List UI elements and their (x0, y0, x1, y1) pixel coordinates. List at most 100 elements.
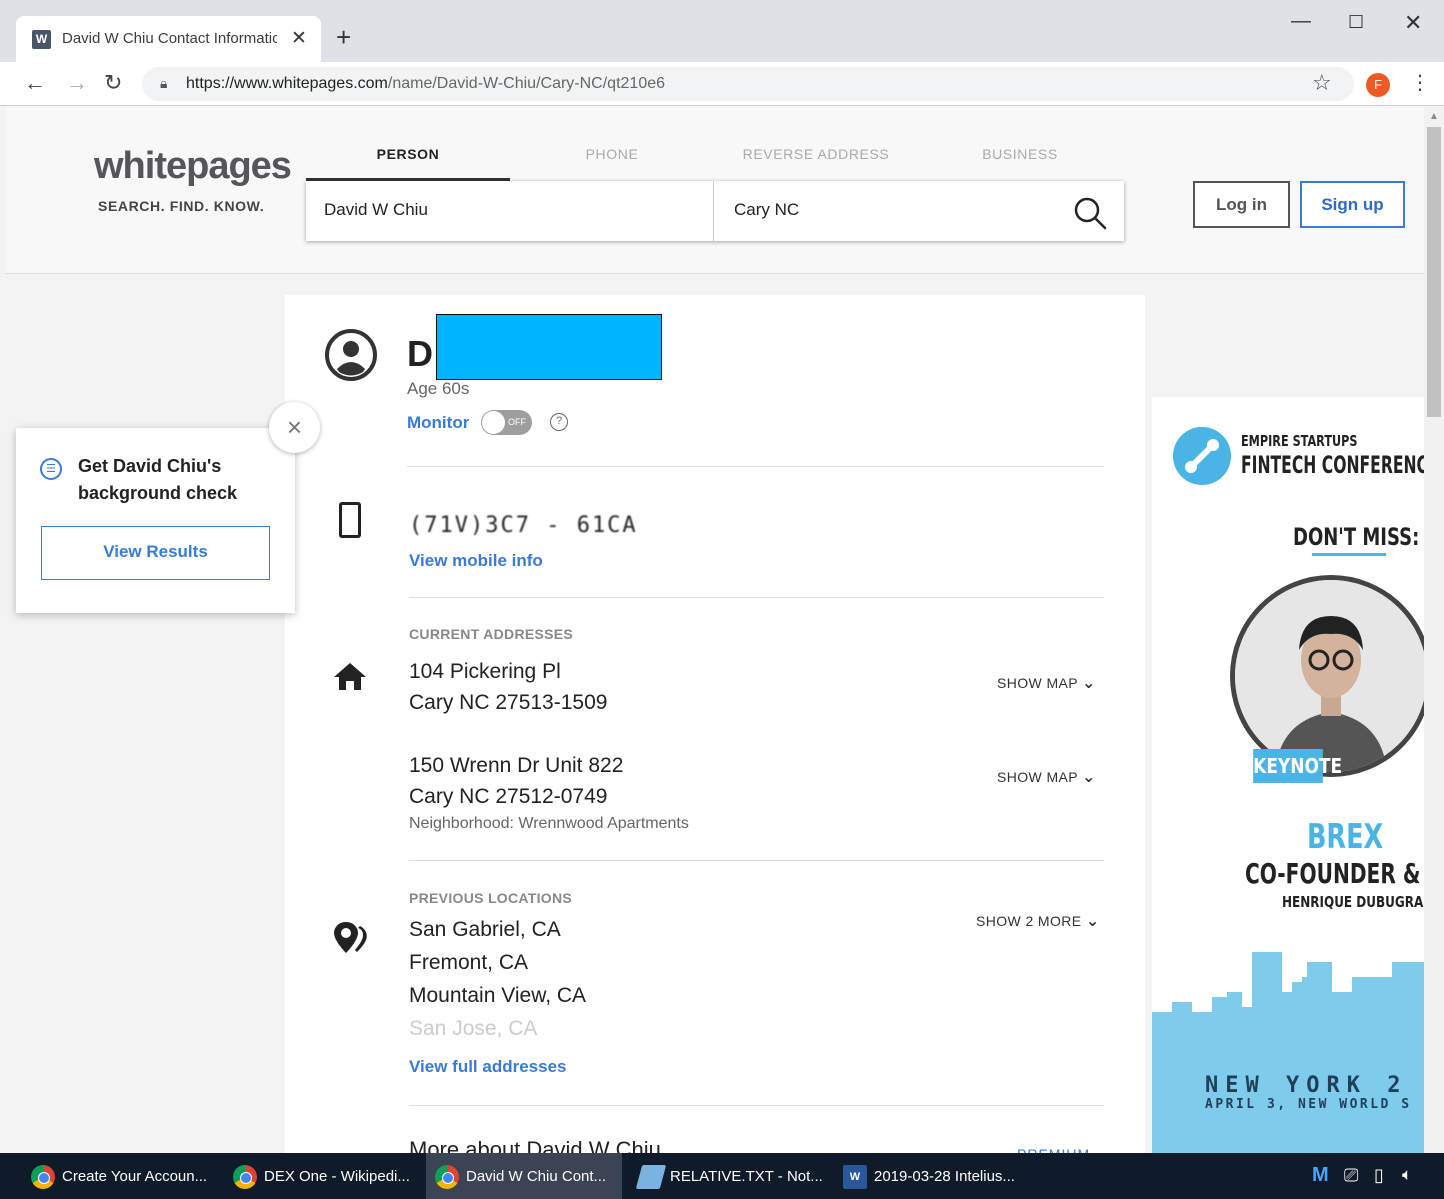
show-map-button[interactable]: SHOW MAP ⌄ (997, 767, 1096, 787)
taskbar-item-active[interactable]: David W Chiu Cont... (426, 1153, 622, 1199)
minimize-icon[interactable]: — (1291, 10, 1311, 33)
premium-badge: PREMIUM (1017, 1146, 1090, 1153)
current-addresses-label: CURRENT ADDRESSES (409, 626, 574, 642)
view-results-button[interactable]: View Results (41, 526, 270, 580)
network-icon[interactable]: ⎚ (1344, 1165, 1358, 1186)
site-header: whitepages SEARCH. FIND. KNOW. PERSON PH… (6, 107, 1424, 274)
show-more-button[interactable]: SHOW 2 MORE ⌄ (976, 911, 1100, 931)
help-icon[interactable]: ? (550, 413, 568, 431)
background-check-popup: ☰ Get David Chiu's background check View… (16, 428, 295, 613)
browser-toolbar: ← → ↻ 🔒︎ https://www.whitepages.com/name… (0, 62, 1444, 106)
malwarebytes-icon[interactable]: M (1312, 1164, 1329, 1187)
scroll-up-icon[interactable]: ▲ (1429, 111, 1439, 122)
address-bar[interactable]: 🔒︎ https://www.whitepages.com/name/David… (142, 67, 1354, 101)
ad-banner[interactable]: EMPIRE STARTUPS FINTECH CONFERENCE DON'T… (1152, 397, 1424, 1153)
lock-icon: 🔒︎ (160, 75, 168, 91)
taskbar-item[interactable]: DEX One - Wikipedi... (224, 1153, 420, 1199)
name-search-input[interactable]: David W Chiu (306, 181, 714, 241)
toggle-knob (482, 411, 505, 434)
taskbar-item[interactable]: Create Your Accoun... (22, 1153, 218, 1199)
divider (409, 597, 1104, 598)
location-pin-icon (334, 922, 367, 953)
chrome-icon (233, 1165, 257, 1189)
home-icon (334, 663, 366, 690)
location-item: San Gabriel, CA (409, 918, 561, 941)
whitepages-logo[interactable]: whitepages (94, 145, 292, 188)
taskbar-item-label: David W Chiu Cont... (466, 1168, 607, 1185)
url-host: https://www.whitepages.com (186, 75, 388, 92)
ad-company: BREX (1307, 817, 1384, 857)
age-text: Age 60s (407, 379, 470, 398)
signup-button[interactable]: Sign up (1300, 181, 1405, 228)
browser-tab[interactable]: W David W Chiu Contact Informatio ✕ (16, 16, 321, 62)
chrome-icon (31, 1165, 55, 1189)
skyline-illustration (1152, 952, 1424, 1153)
browser-menu-icon[interactable]: ⋮ (1410, 70, 1430, 95)
divider (409, 1105, 1104, 1106)
tab-close-icon[interactable]: ✕ (291, 27, 307, 50)
divider (407, 466, 1104, 467)
location-item: Mountain View, CA (409, 984, 587, 1007)
empire-startups-logo-icon (1173, 427, 1231, 485)
show-map-button[interactable]: SHOW MAP ⌄ (997, 673, 1096, 693)
location-item: Fremont, CA (409, 951, 529, 974)
redaction-box (436, 314, 662, 380)
profile-avatar[interactable]: F (1366, 73, 1390, 97)
whitepages-favicon-icon: W (32, 30, 51, 49)
show-more-label: SHOW 2 MORE (976, 913, 1082, 929)
window-close-icon[interactable]: ✕ (1404, 10, 1422, 36)
new-tab-icon[interactable]: + (336, 22, 351, 52)
address-line2: Cary NC 27512-0749 (409, 785, 608, 808)
ad-underline (1312, 553, 1386, 556)
person-name: D (407, 333, 433, 374)
phone-number: (71V)3C7 - 61CA (409, 513, 638, 538)
monitor-toggle[interactable]: OFF (481, 410, 532, 435)
windows-taskbar: Create Your Accoun... DEX One - Wikipedi… (0, 1153, 1444, 1199)
url-path: /name/David-W-Chiu/Cary-NC/qt210e6 (387, 75, 666, 92)
person-avatar-icon (325, 329, 377, 381)
taskbar-item[interactable]: RELATIVE.TXT - Not... (630, 1153, 826, 1199)
bookmark-star-icon[interactable]: ☆ (1312, 70, 1332, 96)
login-button[interactable]: Log in (1193, 181, 1290, 228)
search-icon[interactable] (1070, 193, 1110, 233)
tab-phone[interactable]: PHONE (510, 146, 714, 181)
reload-icon[interactable]: ↻ (104, 70, 122, 96)
address-line1: 104 Pickering Pl (409, 660, 561, 683)
scroll-thumb[interactable] (1427, 127, 1441, 417)
ad-org: EMPIRE STARTUPS (1241, 432, 1358, 450)
close-popup-icon[interactable]: × (269, 402, 320, 453)
search-box: David W Chiu Cary NC (306, 181, 1124, 241)
taskbar-item[interactable]: W 2019-03-28 Intelius... (834, 1153, 1030, 1199)
tab-reverse-address[interactable]: REVERSE ADDRESS (714, 146, 918, 181)
volume-icon[interactable]: 🔈︎ (1402, 1165, 1412, 1185)
view-full-addresses-link[interactable]: View full addresses (409, 1057, 566, 1077)
ad-event: FINTECH CONFERENCE (1241, 451, 1424, 479)
address-line1: 150 Wrenn Dr Unit 822 (409, 754, 624, 777)
location-item-faded: San Jose, CA (409, 1017, 538, 1040)
view-mobile-link[interactable]: View mobile info (409, 551, 543, 571)
location-search-input[interactable]: Cary NC (714, 181, 1064, 241)
url-text[interactable]: https://www.whitepages.com/name/David-W-… (186, 75, 665, 93)
keynote-badge: KEYNOTE (1253, 749, 1342, 783)
tab-person[interactable]: PERSON (306, 146, 510, 181)
taskbar-item-label: DEX One - Wikipedi... (264, 1168, 410, 1185)
notepad-icon (635, 1165, 667, 1189)
ad-date: APRIL 3, NEW WORLD S (1205, 1097, 1412, 1112)
monitor-label[interactable]: Monitor (407, 413, 469, 433)
popup-title: Get David Chiu's background check (78, 456, 238, 503)
taskbar-item-label: RELATIVE.TXT - Not... (670, 1168, 823, 1185)
report-icon: ☰ (40, 458, 62, 480)
ad-city: NEW YORK 2 (1205, 1073, 1408, 1098)
tab-business[interactable]: BUSINESS (918, 146, 1122, 181)
forward-arrow-icon[interactable]: → (66, 70, 88, 96)
battery-icon[interactable]: ▯ (1374, 1165, 1384, 1186)
taskbar-item-label: Create Your Accoun... (62, 1168, 208, 1185)
back-arrow-icon[interactable]: ← (24, 70, 46, 96)
maximize-icon[interactable]: ☐ (1348, 12, 1364, 33)
ad-role: CO-FOUNDER & CI (1245, 857, 1424, 890)
more-about-heading: More about David W Chiu (409, 1137, 661, 1153)
chevron-down-icon: ⌄ (1085, 913, 1100, 930)
page-scrollbar[interactable]: ▲ (1424, 107, 1444, 1153)
address-line2: Cary NC 27513-1509 (409, 691, 608, 714)
show-map-label: SHOW MAP (997, 675, 1078, 691)
